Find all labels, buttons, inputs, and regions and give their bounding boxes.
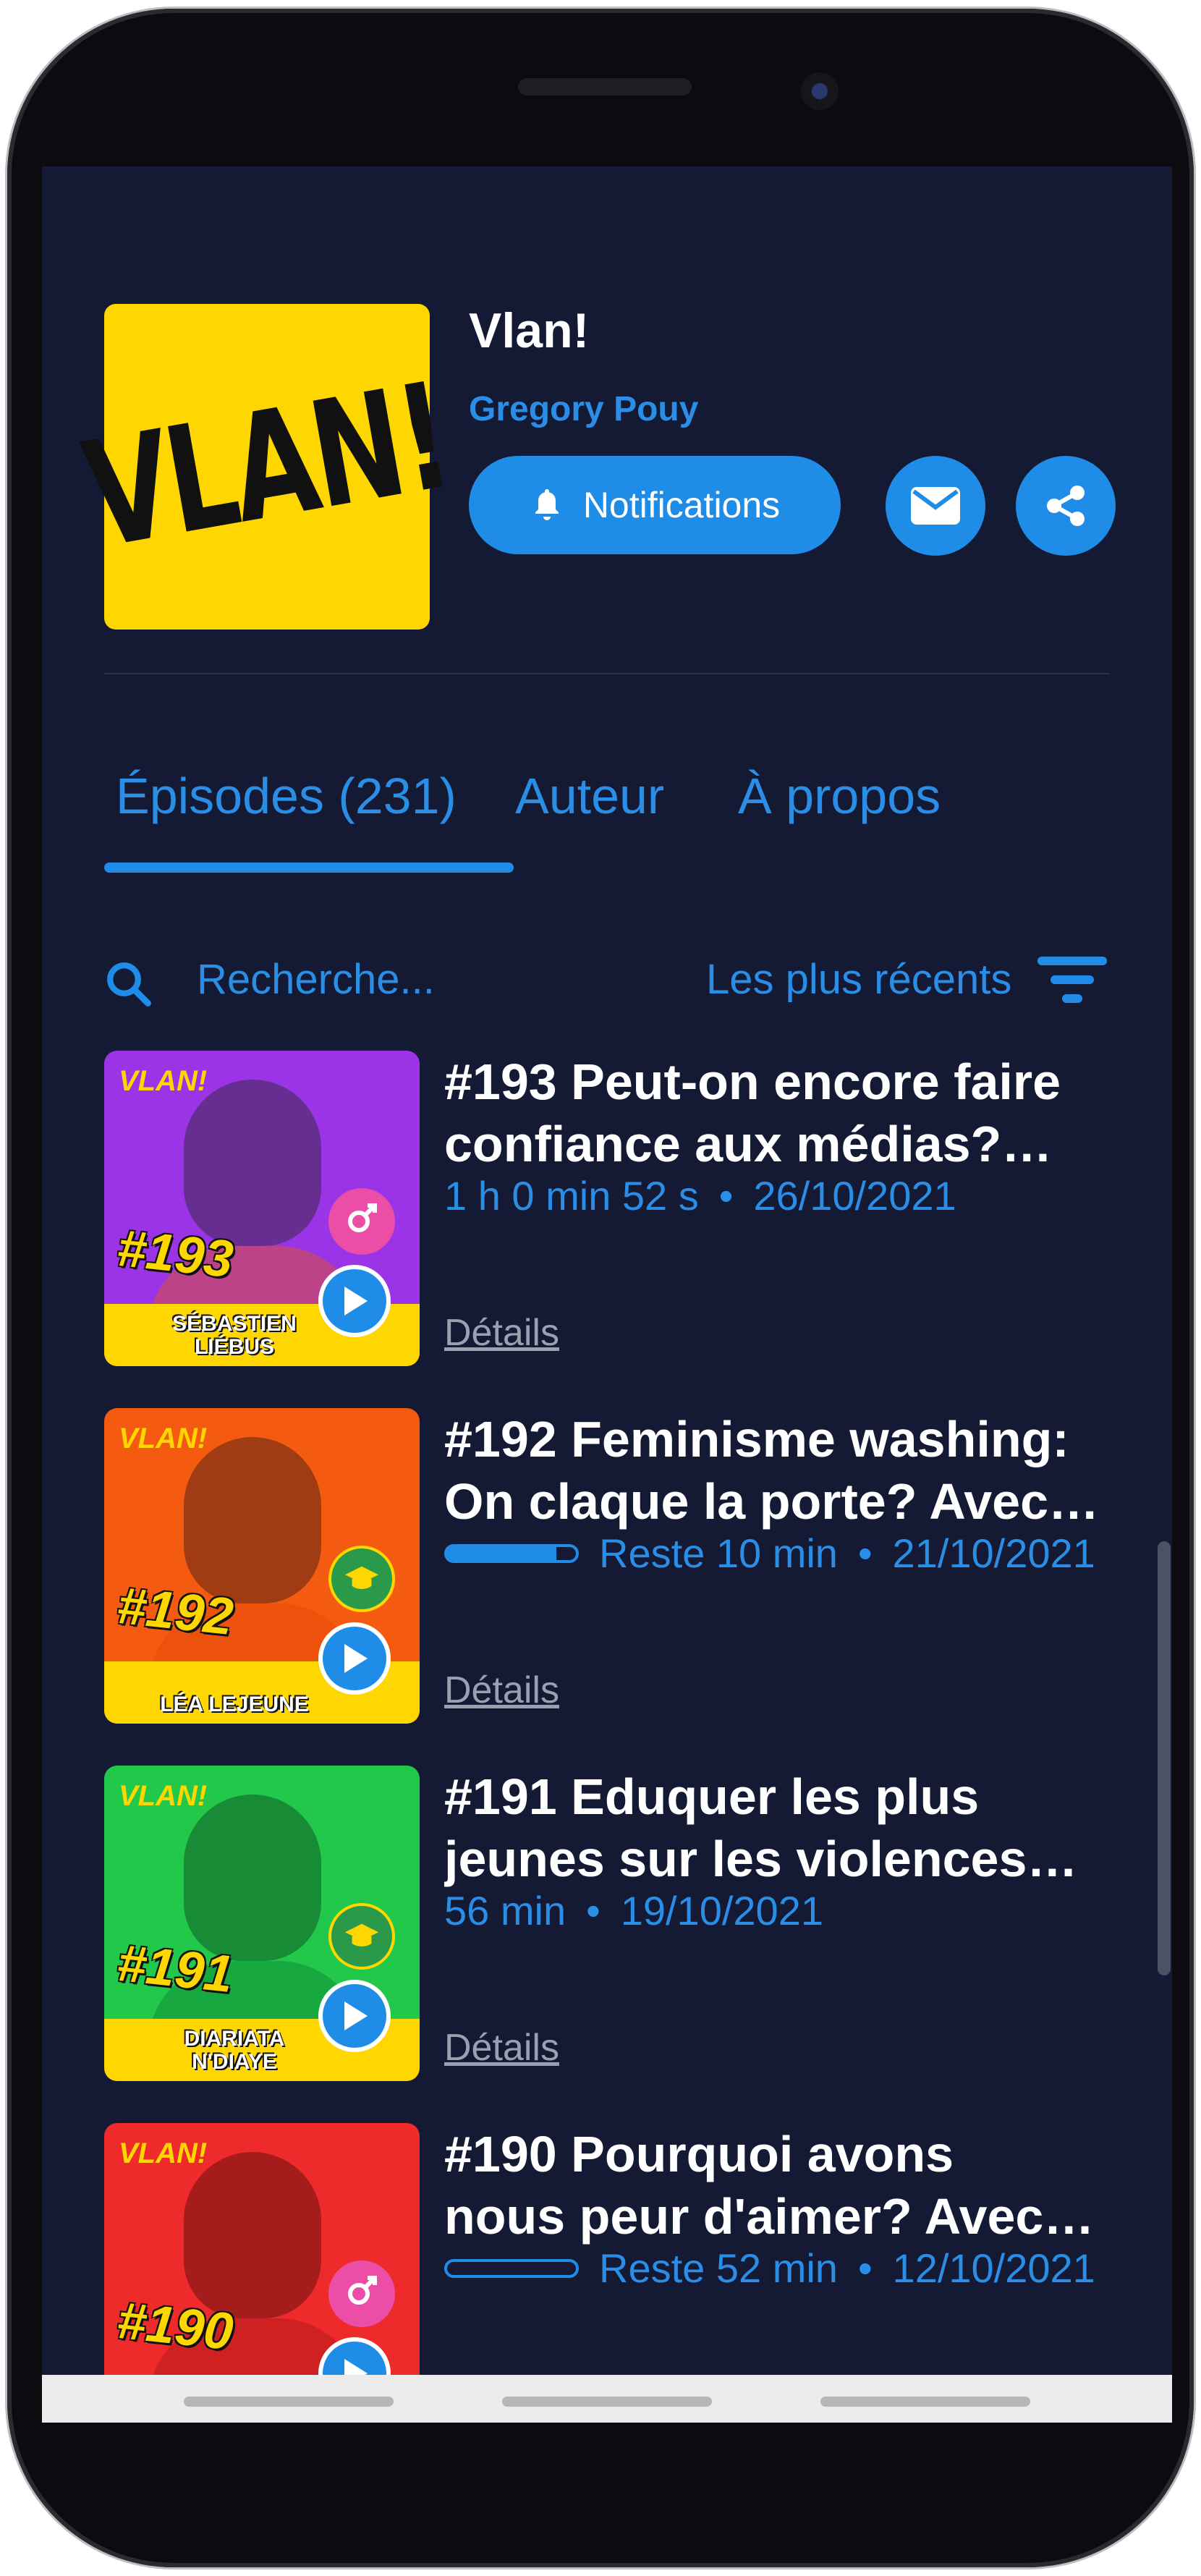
thumbnail-number: #191 [114, 1933, 236, 2004]
email-button[interactable] [886, 456, 985, 556]
episode-date: 21/10/2021 [892, 1530, 1095, 1576]
podcast-title: Vlan! [469, 303, 590, 358]
play-icon [344, 1644, 368, 1673]
header-divider [104, 673, 1110, 674]
notifications-label: Notifications [582, 485, 781, 525]
thumbnail-guest: SÉBASTIEN LIÉBUS [172, 1312, 297, 1359]
episode-title[interactable]: #193 Peut-on encore faire confiance aux … [444, 1051, 1124, 1175]
episode-date: 12/10/2021 [892, 2245, 1095, 2291]
meta-separator: • [857, 2245, 873, 2291]
thumbnail-brand: VLAN! [119, 1065, 208, 1097]
thumbnail-number: #193 [114, 1219, 236, 1289]
tab-author[interactable]: Auteur [515, 767, 664, 825]
episode-title-line: nous peur d'aimer? Avec… [444, 2188, 1095, 2245]
graduation-cap-icon [328, 1903, 395, 1970]
episode-meta: Reste 52 min • 12/10/2021 [444, 2245, 1095, 2292]
thumbnail-brand: VLAN! [119, 1423, 208, 1454]
episode-meta: Reste 10 min • 21/10/2021 [444, 1530, 1095, 1577]
active-tab-indicator [104, 863, 514, 873]
episode-remaining: Reste 10 min [599, 1530, 838, 1576]
thumbnail-brand: VLAN! [119, 1780, 208, 1812]
episode-meta: 56 min • 19/10/2021 [444, 1887, 823, 1934]
envelope-icon [911, 487, 960, 525]
search-icon[interactable] [104, 959, 152, 1007]
episode-date: 26/10/2021 [753, 1173, 956, 1219]
thumbnail-number: #190 [114, 2291, 236, 2362]
podcast-cover-logo: VLAN! [73, 351, 461, 582]
listening-progress-bar [444, 2258, 579, 2278]
podcast-cover: VLAN! [74, 304, 460, 630]
episode-thumbnail[interactable]: VLAN! #192 LÉA LEJEUNE [104, 1408, 420, 1724]
episode-item[interactable]: VLAN! #193 SÉBASTIEN LIÉBUS #193 Peut-on… [104, 1051, 1117, 1366]
details-link[interactable]: Détails [444, 1311, 559, 1355]
guest-photo [184, 2152, 321, 2318]
episode-title[interactable]: #191 Eduquer les plus jeunes sur les vio… [444, 1766, 1124, 1890]
episode-title-line: #191 Eduquer les plus [444, 1768, 980, 1825]
episode-title[interactable]: #192 Feminisme washing: On claque la por… [444, 1408, 1124, 1533]
guest-photo [184, 1080, 321, 1246]
details-link[interactable]: Détails [444, 1669, 559, 1712]
episode-title-line: #190 Pourquoi avons [444, 2126, 954, 2182]
listening-progress-bar [444, 1543, 579, 1563]
speaker-grille [518, 78, 692, 96]
episode-duration: 1 h 0 min 52 s [444, 1173, 699, 1219]
system-nav-bar [42, 2375, 1172, 2423]
notifications-button[interactable]: Notifications [469, 456, 841, 554]
nav-recents-pill[interactable] [184, 2397, 394, 2407]
tab-about[interactable]: À propos [738, 767, 941, 825]
tab-episodes[interactable]: Épisodes (231) [116, 767, 457, 825]
episode-thumbnail[interactable]: VLAN! #191 DIARIATA N'DIAYE [104, 1766, 420, 2081]
play-icon [344, 2001, 368, 2030]
play-icon [344, 1287, 368, 1315]
thumbnail-guest: LÉA LEJEUNE [160, 1692, 309, 1716]
episode-item[interactable]: VLAN! #192 LÉA LEJEUNE #192 Feminisme wa… [104, 1408, 1117, 1724]
app-screen: VLAN! Vlan! Gregory Pouy Notifications É… [42, 166, 1172, 2423]
thumbnail-number: #192 [114, 1576, 236, 1647]
episode-date: 19/10/2021 [620, 1888, 823, 1933]
meta-separator: • [718, 1173, 734, 1219]
episode-thumbnail[interactable]: VLAN! #193 SÉBASTIEN LIÉBUS [104, 1051, 420, 1366]
episode-title-line: confiance aux médias?… [444, 1116, 1053, 1172]
episode-title[interactable]: #190 Pourquoi avons nous peur d'aimer? A… [444, 2123, 1124, 2247]
play-button[interactable] [318, 1622, 391, 1695]
search-input[interactable]: Recherche... [197, 955, 435, 1004]
episode-meta: 1 h 0 min 52 s • 26/10/2021 [444, 1172, 956, 1219]
episode-title-line: #193 Peut-on encore faire [444, 1054, 1061, 1110]
share-icon [1047, 486, 1085, 526]
details-link[interactable]: Détails [444, 2026, 559, 2069]
nav-home-pill[interactable] [502, 2397, 712, 2407]
episode-item[interactable]: VLAN! #191 DIARIATA N'DIAYE #191 Eduquer… [104, 1766, 1117, 2081]
episode-remaining: Reste 52 min [599, 2245, 838, 2291]
share-button[interactable] [1016, 456, 1116, 556]
meta-separator: • [586, 1888, 600, 1933]
episode-title-line: On claque la porte? Avec… [444, 1473, 1100, 1530]
filter-icon[interactable] [1035, 954, 1110, 1006]
episode-title-line: jeunes sur les violences… [444, 1831, 1078, 1887]
thumbnail-brand: VLAN! [119, 2138, 208, 2169]
guest-photo [184, 1437, 321, 1603]
author-link[interactable]: Gregory Pouy [469, 389, 698, 429]
episode-duration: 56 min [444, 1888, 566, 1933]
play-button[interactable] [318, 1265, 391, 1337]
gender-symbol-icon [328, 1188, 395, 1255]
phone-frame: VLAN! Vlan! Gregory Pouy Notifications É… [7, 9, 1194, 2567]
gender-symbol-icon [328, 2261, 395, 2327]
front-camera [801, 72, 839, 110]
guest-photo [184, 1795, 321, 1961]
thumbnail-guest: DIARIATA N'DIAYE [184, 2027, 285, 2074]
nav-back-pill[interactable] [820, 2397, 1030, 2407]
graduation-cap-icon [328, 1546, 395, 1612]
progress-fill [447, 1546, 557, 1560]
bell-icon [535, 489, 559, 520]
play-button[interactable] [318, 1980, 391, 2052]
sort-dropdown[interactable]: Les plus récents [706, 955, 1011, 1004]
episode-title-line: #192 Feminisme washing: [444, 1411, 1069, 1467]
meta-separator: • [857, 1530, 873, 1576]
scrollbar[interactable] [1158, 1541, 1171, 1975]
